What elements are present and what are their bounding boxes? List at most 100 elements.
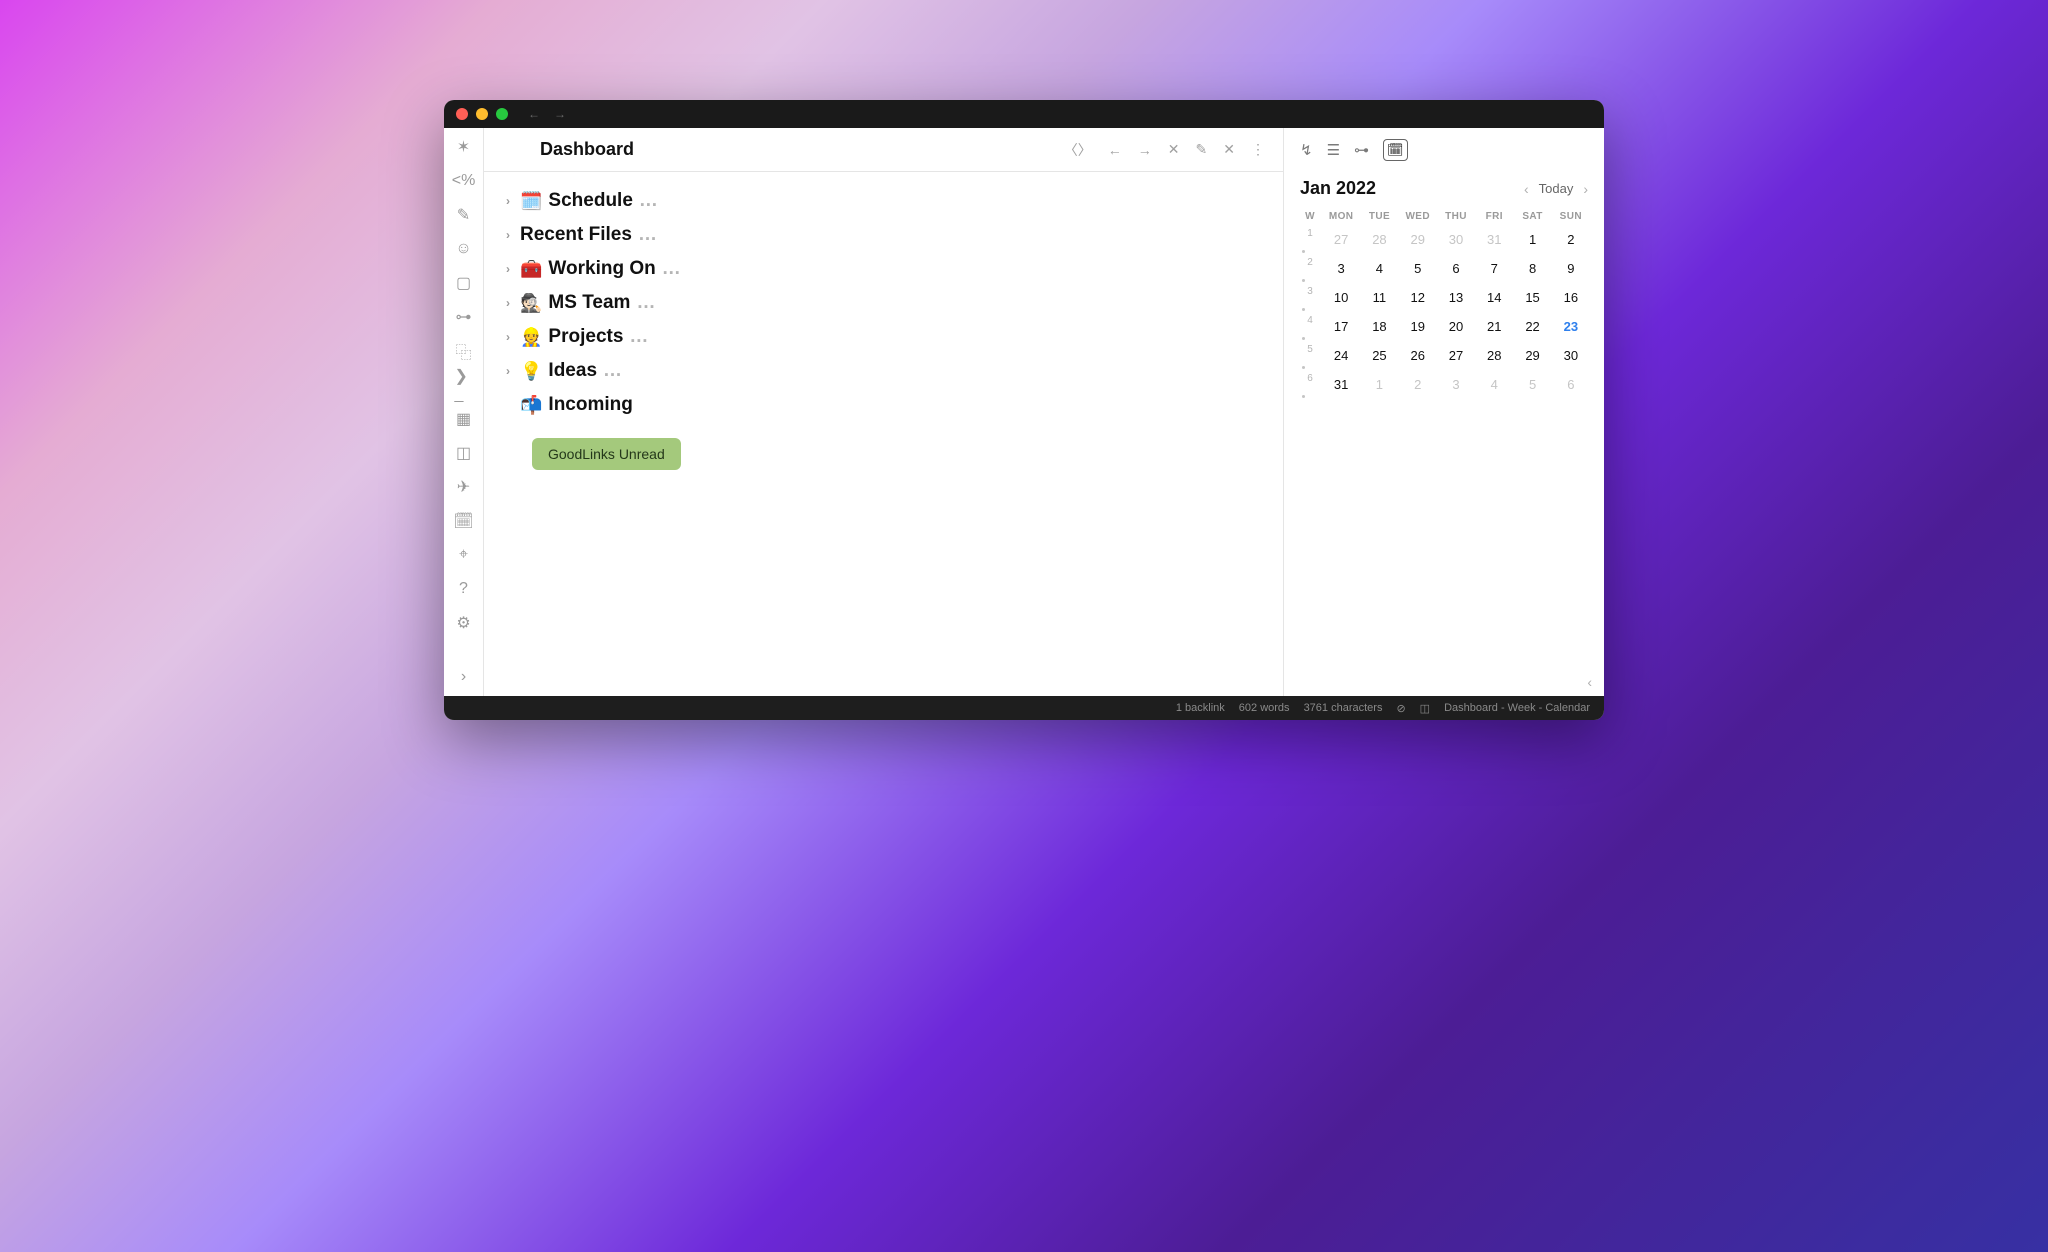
calendar-day[interactable]: 28 (1477, 344, 1511, 367)
calendar-day[interactable]: 27 (1324, 228, 1358, 251)
calendar-day[interactable]: 7 (1477, 257, 1511, 280)
split-view-icon[interactable]: ◫ (455, 444, 473, 462)
location-icon[interactable]: ⌖ (455, 546, 473, 564)
calendar-day[interactable]: 10 (1324, 286, 1358, 309)
history-forward-icon[interactable]: → (554, 107, 566, 121)
collapse-panel-icon[interactable]: ‹ (1587, 674, 1592, 690)
chevron-right-icon[interactable]: › (502, 330, 514, 344)
calendar-day[interactable]: 1 (1515, 228, 1549, 251)
chevron-right-icon[interactable]: › (502, 262, 514, 276)
gear-icon[interactable]: ⚙ (455, 614, 473, 632)
minimize-window-icon[interactable] (476, 108, 488, 120)
help-icon[interactable]: ? (455, 580, 473, 598)
list-mode-icon[interactable]: ☰ (1327, 141, 1340, 159)
calendar-day[interactable]: 30 (1554, 344, 1588, 367)
calendar-day[interactable]: 2 (1401, 373, 1435, 396)
calendar-day[interactable]: 3 (1324, 257, 1358, 280)
send-icon[interactable]: ✈ (455, 478, 473, 496)
calendar-icon[interactable]: 🗓︎ (455, 512, 473, 530)
calendar-day[interactable]: 15 (1515, 286, 1549, 309)
calendar-day[interactable]: 27 (1439, 344, 1473, 367)
terminal-icon[interactable]: ❯_ (455, 376, 473, 394)
graph-icon[interactable]: ⊶ (455, 308, 473, 326)
close-window-icon[interactable] (456, 108, 468, 120)
calendar-mode-icon[interactable]: 🗓︎ (1383, 139, 1408, 161)
calendar-day[interactable]: 19 (1401, 315, 1435, 338)
calendar-day[interactable]: 8 (1515, 257, 1549, 280)
goodlinks-unread-button[interactable]: GoodLinks Unread (532, 438, 681, 470)
calendar-day[interactable]: 12 (1401, 286, 1435, 309)
calendar-day[interactable]: 5 (1401, 257, 1435, 280)
calendar-day[interactable]: 22 (1515, 315, 1549, 338)
calendar-day[interactable]: 23 (1554, 315, 1588, 338)
emoji-icon[interactable]: ☺ (455, 240, 473, 258)
calendar-day[interactable]: 26 (1401, 344, 1435, 367)
fullscreen-window-icon[interactable] (496, 108, 508, 120)
calendar-day[interactable]: 31 (1477, 228, 1511, 251)
outline-item[interactable]: ›🗓️Schedule … (502, 184, 1265, 218)
compass-icon[interactable]: ✶ (455, 138, 473, 156)
calendar-day[interactable]: 16 (1554, 286, 1588, 309)
calendar-grid: WMONTUEWEDTHUFRISATSUN127282930311223456… (1300, 211, 1588, 396)
close-tab-icon[interactable]: ✕ (1168, 141, 1180, 158)
calendar-day[interactable]: 24 (1324, 344, 1358, 367)
calendar-next-icon[interactable]: › (1583, 181, 1588, 197)
calendar-day[interactable]: 4 (1362, 257, 1396, 280)
calendar-prev-icon[interactable]: ‹ (1524, 181, 1529, 197)
calendar-day[interactable]: 30 (1439, 228, 1473, 251)
code-toggle-icon[interactable]: 〈〉 (1064, 140, 1092, 160)
outline-item[interactable]: ›🕵🏻MS Team … (502, 286, 1265, 320)
code-snippet-icon[interactable]: <% (455, 172, 473, 190)
status-backlinks[interactable]: 1 backlink (1176, 702, 1225, 714)
copy-icon[interactable]: ⿻ (455, 342, 473, 360)
chevron-right-icon[interactable]: › (502, 228, 514, 242)
calendar-day[interactable]: 9 (1554, 257, 1588, 280)
calendar-day[interactable]: 28 (1362, 228, 1396, 251)
document-icon[interactable]: ▢ (455, 274, 473, 292)
calendar-day[interactable]: 3 (1439, 373, 1473, 396)
calendar-day[interactable]: 6 (1554, 373, 1588, 396)
outline-emoji-icon: 💡 (520, 361, 542, 382)
expand-rail-icon[interactable]: › (455, 668, 473, 686)
chevron-right-icon[interactable]: › (502, 364, 514, 378)
outline-item[interactable]: ›🧰Working On … (502, 252, 1265, 286)
history-back-icon[interactable]: ← (528, 107, 540, 121)
calendar-today-button[interactable]: Today (1539, 181, 1574, 196)
pencil-icon[interactable]: ✎ (455, 206, 473, 224)
outline-item[interactable]: ›💡Ideas … (502, 354, 1265, 388)
calendar-day[interactable]: 13 (1439, 286, 1473, 309)
calendar-day[interactable]: 18 (1362, 315, 1396, 338)
calendar-day[interactable]: 29 (1401, 228, 1435, 251)
calendar-day[interactable]: 6 (1439, 257, 1473, 280)
edit-icon[interactable]: ✎ (1196, 141, 1208, 158)
chevron-right-icon[interactable]: › (502, 296, 514, 310)
close-icon[interactable]: ✕ (1223, 141, 1235, 158)
link-mode-icon[interactable]: ↯ (1300, 141, 1313, 159)
calendar-day[interactable]: 1 (1362, 373, 1396, 396)
status-layout-icon[interactable]: ◫ (1420, 702, 1430, 715)
status-check-icon[interactable]: ⊘ (1396, 702, 1405, 715)
calendar-day[interactable]: 17 (1324, 315, 1358, 338)
calendar-day[interactable]: 29 (1515, 344, 1549, 367)
grid-icon[interactable]: ▦ (455, 410, 473, 428)
outline-item[interactable]: ›Recent Files … (502, 218, 1265, 252)
status-breadcrumb[interactable]: Dashboard - Week - Calendar (1444, 702, 1590, 714)
calendar-day[interactable]: 2 (1554, 228, 1588, 251)
back-icon[interactable]: ← (1108, 142, 1122, 158)
calendar-day[interactable]: 25 (1362, 344, 1396, 367)
graph-mode-icon[interactable]: ⊶ (1354, 141, 1369, 159)
calendar-day[interactable]: 21 (1477, 315, 1511, 338)
forward-icon[interactable]: → (1138, 142, 1152, 158)
editor-content[interactable]: ›🗓️Schedule …›Recent Files …›🧰Working On… (484, 172, 1283, 696)
calendar-week-number: 3 (1300, 286, 1320, 309)
outline-item[interactable]: 📬Incoming (502, 388, 1265, 422)
calendar-day[interactable]: 11 (1362, 286, 1396, 309)
calendar-day[interactable]: 20 (1439, 315, 1473, 338)
outline-item[interactable]: ›👷Projects … (502, 320, 1265, 354)
calendar-day[interactable]: 31 (1324, 373, 1358, 396)
calendar-day[interactable]: 14 (1477, 286, 1511, 309)
chevron-right-icon[interactable]: › (502, 194, 514, 208)
calendar-day[interactable]: 4 (1477, 373, 1511, 396)
more-menu-icon[interactable]: ⋮ (1251, 141, 1265, 158)
calendar-day[interactable]: 5 (1515, 373, 1549, 396)
